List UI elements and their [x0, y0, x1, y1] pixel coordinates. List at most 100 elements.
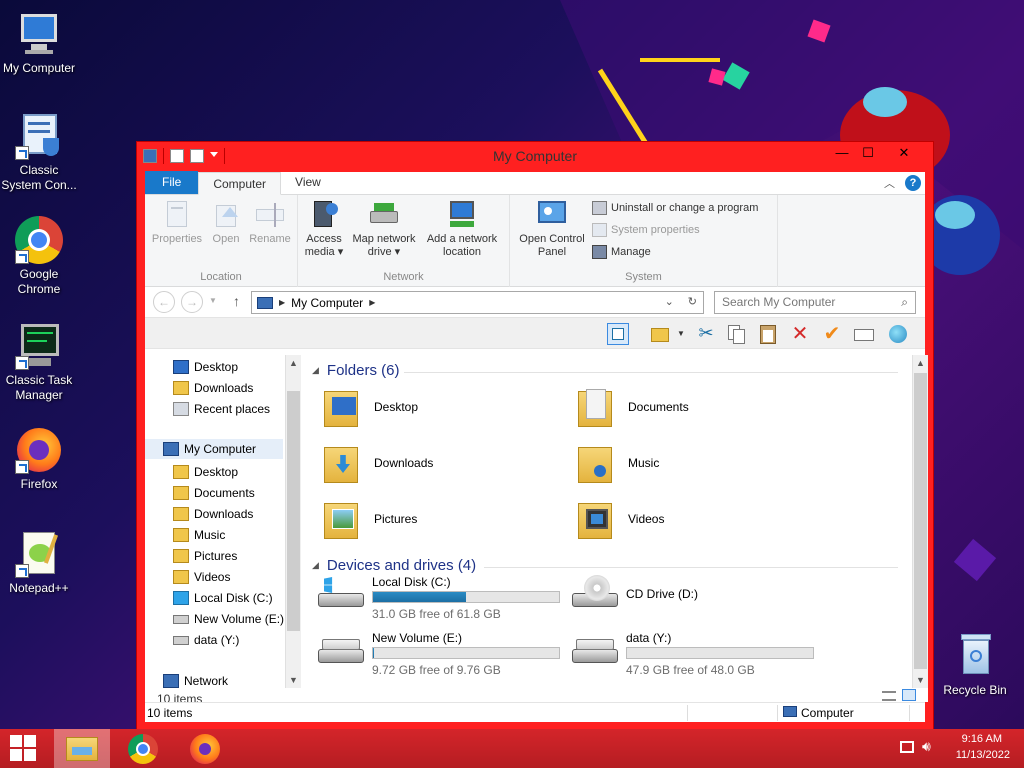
delete-icon[interactable]: ✕	[789, 323, 811, 345]
taskbar-file-explorer[interactable]	[54, 729, 110, 768]
nav-item-documents[interactable]: Documents	[173, 486, 255, 500]
content-scrollbar[interactable]: ▲ ▼	[912, 355, 928, 688]
close-button[interactable]: ✕	[881, 144, 927, 162]
breadcrumb-arrow-icon[interactable]: ▶	[279, 298, 285, 307]
chrome-icon-center	[136, 742, 150, 756]
manage-button[interactable]: Manage	[592, 245, 651, 259]
paste-icon[interactable]	[757, 323, 779, 345]
nav-item-my-computer[interactable]: My Computer	[145, 439, 283, 459]
clock-date[interactable]: 11/13/2022	[940, 749, 1010, 761]
scroll-down-icon[interactable]: ▼	[286, 672, 301, 688]
nav-item-desktop-child[interactable]: Desktop	[173, 465, 238, 479]
search-input[interactable]: Search My Computer ⌕	[714, 291, 916, 314]
drive-item-c[interactable]: Local Disk (C:) 31.0 GB free of 61.8 GB	[318, 575, 578, 621]
desktop-icon-firefox[interactable]: Firefox	[0, 426, 78, 492]
folder-item[interactable]: Documents	[578, 385, 689, 429]
system-properties-button[interactable]: System properties	[592, 223, 700, 237]
desktop-icon-label: Firefox	[20, 477, 58, 491]
scroll-up-icon[interactable]: ▲	[913, 355, 928, 371]
checkmark-icon[interactable]: ✔	[821, 323, 843, 345]
up-button[interactable]: ↑	[233, 293, 240, 309]
nav-item-downloads[interactable]: Downloads	[173, 381, 253, 395]
title-bar[interactable]: My Computer — ☐ ✕	[137, 142, 933, 170]
network-globe-icon[interactable]	[887, 323, 909, 345]
address-dropdown-icon[interactable]: ⌄	[665, 295, 674, 308]
taskbar-chrome[interactable]	[120, 729, 166, 768]
minimize-button[interactable]: —	[829, 144, 855, 162]
clock-time[interactable]: 9:16 AM	[942, 733, 1002, 745]
nav-item-videos[interactable]: Videos	[173, 570, 230, 584]
scroll-thumb[interactable]	[914, 373, 927, 669]
desktop-icon-my-computer[interactable]: My Computer	[0, 10, 78, 76]
nav-item-downloads-child[interactable]: Downloads	[173, 507, 253, 521]
forward-button[interactable]: →	[181, 291, 203, 313]
collapse-icon[interactable]: ◢	[312, 365, 319, 376]
status-divider	[909, 705, 910, 721]
volume-tray-icon[interactable]: 🔊︎	[922, 738, 931, 755]
preview-pane-icon[interactable]	[607, 323, 629, 345]
recent-locations-icon[interactable]: ▼	[209, 296, 217, 305]
desktop-icon-notepadpp[interactable]: Notepad++	[0, 530, 78, 596]
drive-item-e[interactable]: New Volume (E:) 9.72 GB free of 9.76 GB	[318, 631, 578, 677]
breadcrumb-arrow-icon[interactable]: ▶	[369, 298, 375, 307]
rename-icon[interactable]	[853, 323, 875, 345]
nav-item-recent-places[interactable]: Recent places	[173, 402, 270, 416]
desktop-icon-recycle-bin[interactable]: Recycle Bin	[936, 632, 1014, 698]
folder-item[interactable]: Downloads	[324, 441, 433, 485]
network-tray-icon[interactable]	[900, 741, 914, 753]
help-icon[interactable]: ?	[905, 175, 921, 191]
desktop-icon-google-chrome[interactable]: Google Chrome	[0, 216, 78, 297]
folder-item[interactable]: Videos	[578, 497, 664, 541]
nav-item-network[interactable]: Network	[163, 674, 228, 688]
taskbar-firefox[interactable]	[182, 729, 228, 768]
large-icons-view-icon[interactable]	[902, 689, 916, 701]
map-network-drive-button[interactable]: Map network drive ▾	[348, 199, 420, 259]
add-network-location-button[interactable]: Add a network location	[422, 199, 502, 259]
copy-icon[interactable]	[725, 323, 747, 345]
uninstall-program-button[interactable]: Uninstall or change a program	[592, 201, 758, 215]
check-folder-icon[interactable]	[649, 323, 671, 345]
desktop-icon-classic-task-manager[interactable]: Classic Task Manager	[0, 322, 78, 403]
navpane-scrollbar[interactable]: ▲ ▼	[285, 355, 301, 688]
tab-file[interactable]: File	[145, 171, 199, 194]
start-button[interactable]	[0, 729, 46, 768]
window-controls: — ☐ ✕	[829, 144, 927, 162]
section-header-folders[interactable]: ◢ Folders (6)	[312, 362, 399, 379]
breadcrumb-my-computer[interactable]: My Computer	[291, 296, 363, 310]
refresh-icon[interactable]: ↻	[688, 295, 697, 308]
access-media-button[interactable]: Access media ▾	[302, 199, 346, 259]
nav-item-pictures[interactable]: Pictures	[173, 549, 237, 563]
search-icon[interactable]: ⌕	[901, 292, 908, 313]
scroll-down-icon[interactable]: ▼	[913, 672, 928, 688]
nav-item-data-y[interactable]: data (Y:)	[173, 633, 239, 647]
folder-item[interactable]: Pictures	[324, 497, 417, 541]
collapse-icon[interactable]: ◢	[312, 560, 319, 571]
scroll-thumb[interactable]	[287, 391, 300, 631]
properties-button[interactable]: Properties	[149, 199, 205, 246]
explorer-window[interactable]: My Computer — ☐ ✕ File Computer View ︿ ?	[136, 141, 934, 731]
nav-item-new-volume-e[interactable]: New Volume (E:)	[173, 612, 284, 626]
nav-item-desktop[interactable]: Desktop	[173, 360, 238, 374]
folder-item[interactable]: Music	[578, 441, 659, 485]
collapse-ribbon-icon[interactable]: ︿	[884, 175, 895, 191]
section-header-devices[interactable]: ◢ Devices and drives (4)	[312, 557, 476, 574]
open-button[interactable]: Open	[207, 199, 245, 246]
maximize-button[interactable]: ☐	[855, 144, 881, 162]
drive-item-y[interactable]: data (Y:) 47.9 GB free of 48.0 GB	[572, 631, 832, 677]
nav-item-local-disk-c[interactable]: Local Disk (C:)	[173, 591, 273, 605]
cut-icon[interactable]: ✂	[695, 323, 717, 345]
nav-item-music[interactable]: Music	[173, 528, 225, 542]
open-control-panel-button[interactable]: Open Control Panel	[514, 199, 590, 259]
tab-computer[interactable]: Computer	[198, 172, 282, 195]
details-view-icon[interactable]	[882, 691, 896, 701]
folder-item[interactable]: Desktop	[324, 385, 418, 429]
rename-button[interactable]: Rename	[247, 199, 293, 246]
scroll-up-icon[interactable]: ▲	[286, 355, 301, 371]
toolbar-dropdown-icon[interactable]: ▼	[677, 329, 685, 338]
desktop-icon-classic-system-control[interactable]: Classic System Con...	[0, 112, 78, 193]
drive-item-d[interactable]: CD Drive (D:)	[572, 575, 832, 621]
back-button[interactable]: ←	[153, 291, 175, 313]
address-bar[interactable]: ▶ My Computer ▶ ⌄ ↻	[251, 291, 704, 314]
tab-view[interactable]: View	[281, 171, 335, 194]
taskbar: 🔊︎ 9:16 AM 11/13/2022	[0, 729, 1024, 768]
